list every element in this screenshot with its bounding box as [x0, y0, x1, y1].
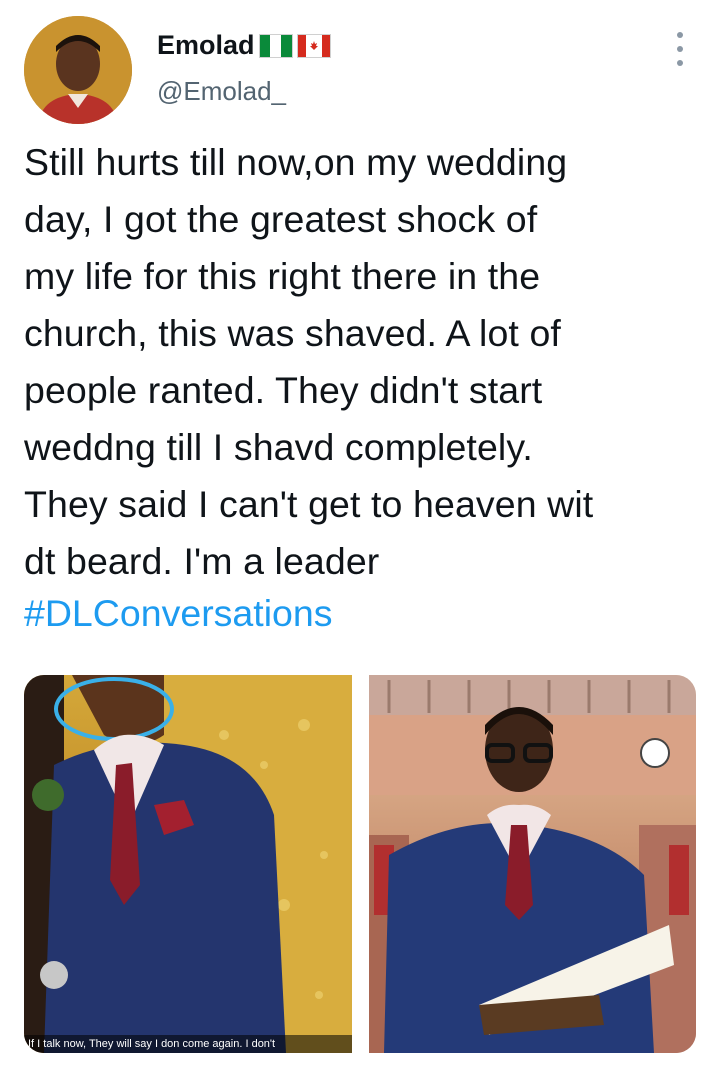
groom-closeup-graphic: [24, 675, 352, 1053]
author-avatar[interactable]: [24, 16, 132, 124]
tweet-header: Emolad @Emolad_: [0, 0, 720, 130]
groom-church-graphic: [369, 675, 696, 1053]
media-photo-left[interactable]: If I talk now, They will say I don come …: [24, 675, 352, 1053]
media-caption: If I talk now, They will say I don come …: [24, 1035, 352, 1053]
media-photo-right[interactable]: [369, 675, 696, 1053]
author-display-name[interactable]: Emolad: [157, 30, 255, 61]
hashtag-link[interactable]: #DLConversations: [24, 590, 333, 636]
author-handle[interactable]: @Emolad_: [157, 76, 286, 107]
avatar-portrait-graphic: [24, 16, 132, 124]
author-name-row: Emolad: [157, 30, 331, 61]
more-vertical-icon[interactable]: [672, 32, 688, 66]
tweet-text: Still hurts till now,on my wedding day, …: [24, 141, 594, 582]
canada-flag-icon: [296, 33, 331, 58]
tweet-media: If I talk now, They will say I don come …: [24, 675, 696, 1053]
nigeria-flag-icon: [258, 33, 293, 58]
